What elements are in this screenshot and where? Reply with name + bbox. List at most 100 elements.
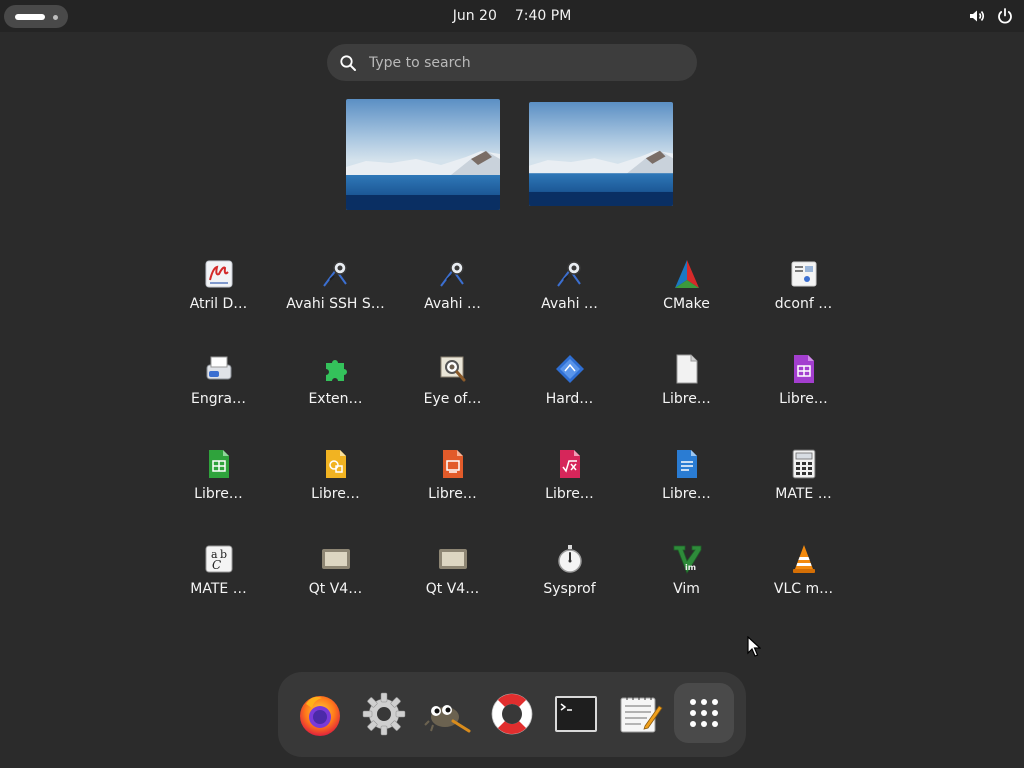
app-mate-calculator[interactable]: MATE … <box>745 440 862 535</box>
app-atril[interactable]: Atril D… <box>160 250 277 345</box>
app-label: dconf … <box>774 296 833 312</box>
search-input[interactable] <box>367 44 677 81</box>
power-icon[interactable] <box>996 7 1014 25</box>
app-label: Atril D… <box>189 296 248 312</box>
app-mate-character-map[interactable]: a b C MATE … <box>160 535 277 630</box>
workspace-thumbnail-1[interactable] <box>346 99 500 210</box>
wallpaper-image <box>529 102 673 206</box>
libreoffice-writer-icon <box>676 450 697 478</box>
extensions-icon <box>325 360 347 381</box>
app-libreoffice-impress[interactable]: Libre… <box>394 440 511 535</box>
top-bar: Jun 20 7:40 PM <box>0 0 1024 32</box>
app-vim[interactable]: im Vim <box>628 535 745 630</box>
app-label-text: Avahi SSH S… <box>286 296 385 312</box>
app-label: Libre… <box>545 486 594 502</box>
app-extensions[interactable]: Exten… <box>277 345 394 440</box>
app-label: Engra… <box>191 391 246 407</box>
app-avahi-vnc[interactable]: Avahi … <box>511 250 628 345</box>
wallpaper-image <box>346 99 500 210</box>
app-label: Vim <box>673 581 700 597</box>
app-label: Libre… <box>779 391 828 407</box>
engrampa-archive-icon <box>206 356 231 380</box>
app-label: Libre… <box>311 486 360 502</box>
app-libreoffice-draw[interactable]: Libre… <box>277 440 394 535</box>
app-cmake[interactable]: CMake <box>628 250 745 345</box>
app-label: Qt V4… <box>425 581 480 597</box>
app-grid-icon <box>690 699 718 727</box>
app-label: CMake <box>663 296 710 312</box>
app-label: MATE … <box>190 581 247 597</box>
app-label: MATE … <box>775 486 832 502</box>
app-label: Avahi SSH S… <box>286 295 386 333</box>
volume-icon[interactable] <box>968 7 986 25</box>
lifebuoy-icon <box>491 693 533 735</box>
app-label: Avahi … <box>541 296 598 312</box>
app-label: Libre… <box>428 486 477 502</box>
svg-text:im: im <box>685 563 696 572</box>
avahi-vnc-browser-icon <box>556 261 581 287</box>
app-label: Sysprof <box>543 581 596 597</box>
app-sysprof[interactable]: Sysprof <box>511 535 628 630</box>
app-engrampa[interactable]: Engra… <box>160 345 277 440</box>
app-qt-v4l2-test[interactable]: Qt V4… <box>394 535 511 630</box>
dock-help[interactable] <box>486 688 538 740</box>
vim-icon: im <box>673 545 701 574</box>
qt-v4l2-test-icon <box>438 549 467 569</box>
workspace-dot-icon <box>53 15 58 20</box>
show-applications-button[interactable] <box>674 683 734 743</box>
avahi-ssh-browser-icon <box>322 261 347 287</box>
app-label: VLC m… <box>773 581 834 597</box>
clock[interactable]: Jun 20 7:40 PM <box>0 0 1024 32</box>
libreoffice-math-icon <box>559 450 580 478</box>
app-libreoffice-math[interactable]: Libre… <box>511 440 628 535</box>
dock-firefox[interactable] <box>294 688 346 740</box>
app-label: Hard… <box>545 391 594 407</box>
gimp-icon <box>424 705 471 733</box>
system-tray[interactable] <box>968 7 1014 25</box>
time-label[interactable]: 7:40 PM <box>515 8 571 24</box>
app-hardinfo[interactable]: Hard… <box>511 345 628 440</box>
libreoffice-impress-icon <box>442 450 463 478</box>
libreoffice-base-icon <box>793 355 814 383</box>
dock-gimp[interactable] <box>422 688 474 740</box>
cmake-icon <box>674 260 699 288</box>
app-vlc[interactable]: VLC m… <box>745 535 862 630</box>
firefox-icon <box>300 696 340 736</box>
libreoffice-draw-icon <box>325 450 346 478</box>
app-dconf[interactable]: dconf … <box>745 250 862 345</box>
app-label: Libre… <box>662 486 711 502</box>
eye-of-mate-icon <box>440 356 465 382</box>
app-libreoffice[interactable]: Libre… <box>628 345 745 440</box>
app-qt-v4l2[interactable]: Qt V4… <box>277 535 394 630</box>
app-libreoffice-base[interactable]: Libre… <box>745 345 862 440</box>
activities-button[interactable] <box>4 5 68 28</box>
atril-document-viewer-icon <box>205 260 232 288</box>
libreoffice-icon <box>676 354 697 384</box>
gear-icon <box>362 692 406 736</box>
dock-settings[interactable] <box>358 688 410 740</box>
dconf-editor-icon <box>791 261 816 287</box>
app-libreoffice-writer[interactable]: Libre… <box>628 440 745 535</box>
search-bar[interactable] <box>327 44 697 81</box>
mate-calculator-icon <box>792 449 815 479</box>
app-grid: Atril D… Avahi SSH S… Avahi … Avahi … CM… <box>160 250 862 630</box>
app-label: Libre… <box>662 391 711 407</box>
app-label: Libre… <box>194 486 243 502</box>
activities-pill-icon <box>15 14 45 20</box>
svg-text:C: C <box>212 558 221 572</box>
dock-terminal[interactable] <box>550 688 602 740</box>
dock <box>278 672 746 757</box>
terminal-icon <box>555 696 597 732</box>
date-label[interactable]: Jun 20 <box>453 8 497 24</box>
search-icon <box>340 55 356 71</box>
app-eye-of-mate[interactable]: Eye of… <box>394 345 511 440</box>
dock-text-editor[interactable] <box>614 688 666 740</box>
app-avahi-discovery[interactable]: Avahi … <box>394 250 511 345</box>
app-libreoffice-calc[interactable]: Libre… <box>160 440 277 535</box>
mate-character-map-icon: a b C <box>205 545 232 573</box>
app-label: Qt V4… <box>308 581 363 597</box>
app-avahi-ssh[interactable]: Avahi SSH S… <box>277 250 394 345</box>
workspace-thumbnail-2[interactable] <box>529 102 673 206</box>
sysprof-icon <box>557 545 582 573</box>
avahi-discovery-icon <box>439 261 464 287</box>
